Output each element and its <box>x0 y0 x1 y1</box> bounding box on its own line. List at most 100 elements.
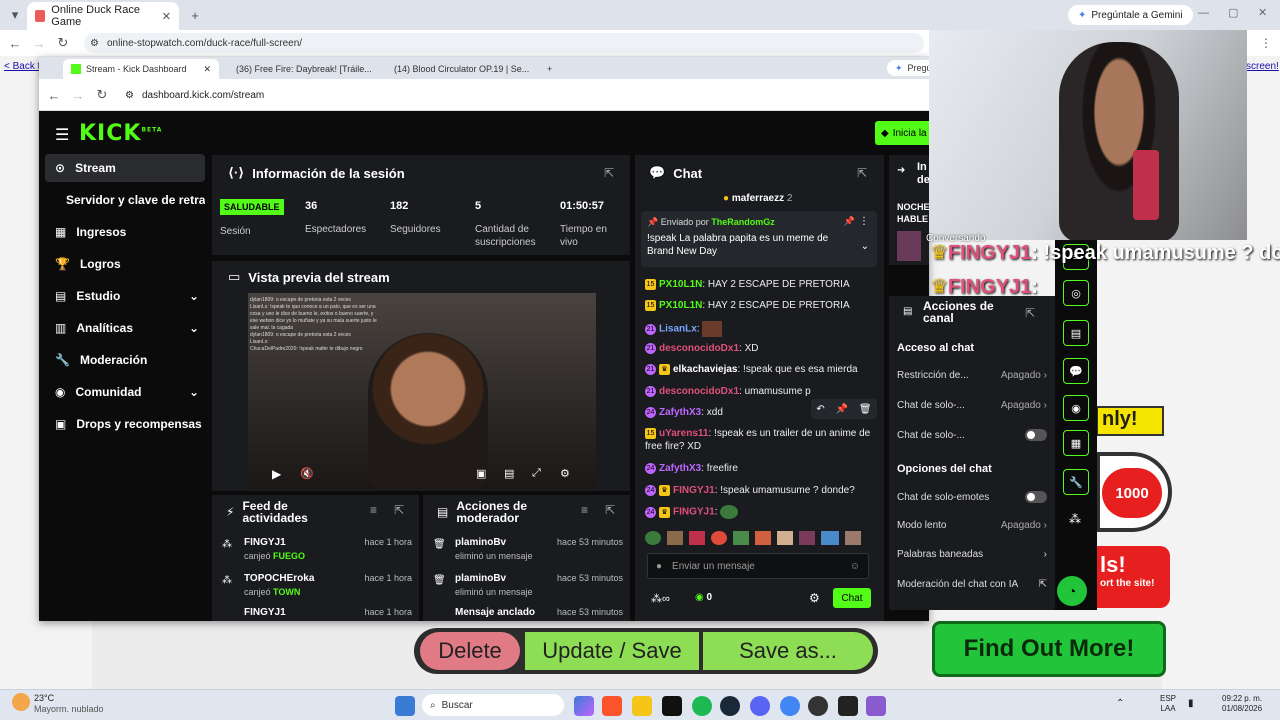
chat-user[interactable]: uYarens11 <box>659 428 708 439</box>
toggle-switch[interactable] <box>1025 429 1047 441</box>
setting-ai-moderation[interactable]: Moderación del chat con IA ⇱ <box>897 579 1047 590</box>
sidebar-item-estudio[interactable]: ▤ Estudio ⌄ <box>45 282 205 310</box>
quick-action-button[interactable]: ◎ <box>1063 280 1089 306</box>
hamburger-menu-icon[interactable]: ☰ <box>55 125 69 145</box>
quick-chat-button[interactable]: 💬 <box>1063 358 1089 384</box>
filter-icon[interactable]: ≡ <box>370 503 377 517</box>
quick-broadcast-button[interactable]: ◉ <box>1063 395 1089 421</box>
new-tab-button[interactable]: + <box>184 4 206 26</box>
chevron-down-icon[interactable]: ⌄ <box>861 241 869 252</box>
reply-icon[interactable]: ↶ <box>816 404 824 415</box>
chat-user[interactable]: FINGYJ1 <box>673 507 715 518</box>
chat-user[interactable]: PX10L1N <box>659 300 702 311</box>
emote-icon[interactable] <box>755 531 771 545</box>
back-icon[interactable]: ← <box>4 32 26 54</box>
theater-icon[interactable]: ▤ <box>504 467 514 480</box>
top-user[interactable]: maferraezz <box>732 193 784 204</box>
tray-chevron-icon[interactable]: ⌃ <box>1116 698 1124 709</box>
chat-user[interactable]: desconocidoDx1 <box>659 343 739 354</box>
send-chat-button[interactable]: Chat <box>833 588 871 608</box>
mute-icon[interactable]: 🔇 <box>300 467 314 480</box>
emote-icon[interactable] <box>667 531 683 545</box>
feed-user[interactable]: FINGYJ1 <box>244 537 286 548</box>
discord-icon[interactable] <box>750 696 770 716</box>
kick-logo[interactable]: KICKBETA <box>79 121 162 146</box>
sidebar-item-stream[interactable]: ⊙ Stream <box>45 154 205 182</box>
unpin-icon[interactable]: 📌 <box>844 216 855 227</box>
emote-icon[interactable] <box>689 531 705 545</box>
setting-banned-words[interactable]: Palabras baneadas › <box>897 549 1047 560</box>
quick-wrench-button[interactable]: 🔧 <box>1063 469 1089 495</box>
obs-icon[interactable] <box>808 696 828 716</box>
quick-action-button[interactable]: ▦ <box>1063 430 1089 456</box>
reload-icon[interactable]: ↻ <box>91 84 113 106</box>
chat-user[interactable]: elkachaviejas <box>673 364 738 375</box>
chat-input[interactable]: ● Enviar un mensaje ☺ <box>647 553 869 579</box>
thumbnail[interactable] <box>897 231 921 261</box>
popout-icon[interactable]: ⇱ <box>604 166 614 180</box>
forward-icon[interactable]: → <box>67 84 89 106</box>
popout-icon[interactable]: ⇱ <box>857 166 867 180</box>
inner-url-field[interactable]: ⚙ dashboard.kick.com/stream <box>119 85 919 105</box>
sidebar-item-comunidad[interactable]: ◉ Comunidad ⌄ <box>45 378 205 406</box>
trash-icon[interactable]: 🗑 <box>859 404 872 415</box>
update-save-button[interactable]: Update / Save <box>525 632 699 670</box>
weather-icon[interactable] <box>12 693 30 711</box>
settings-gear-icon[interactable]: ⚙ <box>560 467 570 480</box>
fullscreen-icon[interactable]: ⤢ <box>532 467 541 480</box>
help-button[interactable]: ◔ <box>1057 576 1087 606</box>
minimize-icon[interactable]: — <box>1198 7 1209 19</box>
emote-icon[interactable] <box>821 531 839 545</box>
popout-icon[interactable]: ⇱ <box>605 503 615 517</box>
more-icon[interactable]: ⋮ <box>859 216 869 227</box>
pin-icon[interactable]: 📌 <box>836 404 848 415</box>
outer-url-field[interactable]: ⚙ online-stopwatch.com/duck-race/full-sc… <box>84 33 924 53</box>
close-tab-icon[interactable]: ✕ <box>203 64 211 75</box>
setting-subs-only[interactable]: Chat de solo-... Apagado › <box>897 400 1047 411</box>
mod-user[interactable]: plaminoBv <box>455 537 506 548</box>
emote-icon[interactable] <box>733 531 749 545</box>
users-icon[interactable]: ⁂ <box>1069 512 1081 526</box>
network-icon[interactable]: ▮ <box>1188 698 1194 709</box>
taskbar-search[interactable]: ⌕ Buscar <box>422 694 564 716</box>
video-player[interactable]: dylan1809: o escape de pretoria esta 2 v… <box>248 293 596 489</box>
feed-user[interactable]: FINGYJ1 <box>244 607 286 618</box>
sidebar-item-drops[interactable]: ▣ Drops y recompensas <box>45 410 205 438</box>
chat-user[interactable]: ZafythX3 <box>659 407 701 418</box>
chat-user[interactable]: ZafythX3 <box>659 463 701 474</box>
emote-icon[interactable] <box>845 531 861 545</box>
app-icon[interactable] <box>838 696 858 716</box>
xbox-icon[interactable] <box>662 696 682 716</box>
sidebar-item-analiticas[interactable]: ▥ Analíticas ⌄ <box>45 314 205 342</box>
chat-user[interactable]: FINGYJ1 <box>673 485 715 496</box>
tab-search-icon[interactable]: ▾ <box>4 4 26 26</box>
steam-icon[interactable] <box>720 696 740 716</box>
delete-button[interactable]: Delete <box>420 632 520 670</box>
chat-user[interactable]: desconocidoDx1 <box>659 386 739 397</box>
folder-icon[interactable] <box>632 696 652 716</box>
start-icon[interactable] <box>395 696 415 716</box>
spotify-icon[interactable] <box>692 696 712 716</box>
chat-user[interactable]: PX10L1N <box>659 279 702 290</box>
reload-icon[interactable]: ↻ <box>52 32 74 54</box>
popout-icon[interactable]: ⇱ <box>394 503 404 517</box>
inner-tab-youtube-1[interactable]: (36) Free Fire: Daybreak! [Tráile... <box>223 59 377 79</box>
forward-icon[interactable]: → <box>28 32 50 54</box>
play-icon[interactable]: ▶ <box>272 467 281 481</box>
filter-icon[interactable]: ≡ <box>581 503 588 517</box>
inner-tab-youtube-2[interactable]: (14) Blood Circulator OP.19 | Se... <box>381 59 535 79</box>
setting-restriction[interactable]: Restricción de... Apagado › <box>897 370 1047 381</box>
menu-icon[interactable]: ⋮ <box>1260 36 1272 50</box>
pinned-user[interactable]: TheRandomGz <box>711 217 775 227</box>
site-info-icon[interactable]: ⚙ <box>90 38 99 49</box>
site-info-icon[interactable]: ⚙ <box>125 90 134 101</box>
back-icon[interactable]: ← <box>43 84 65 106</box>
close-window-icon[interactable]: ✕ <box>1258 6 1267 19</box>
language-indicator[interactable]: ESP LAA <box>1160 694 1176 714</box>
back-arrow-icon[interactable]: ➜ <box>897 165 905 176</box>
support-banner[interactable]: ls! ort the site! <box>1096 546 1170 608</box>
emote-icon[interactable] <box>645 531 661 545</box>
chat-user[interactable]: LisanLx <box>659 324 697 335</box>
sidebar-item-moderacion[interactable]: 🔧 Moderación <box>45 346 205 374</box>
feed-user[interactable]: TOPOCHEroka <box>244 573 314 584</box>
